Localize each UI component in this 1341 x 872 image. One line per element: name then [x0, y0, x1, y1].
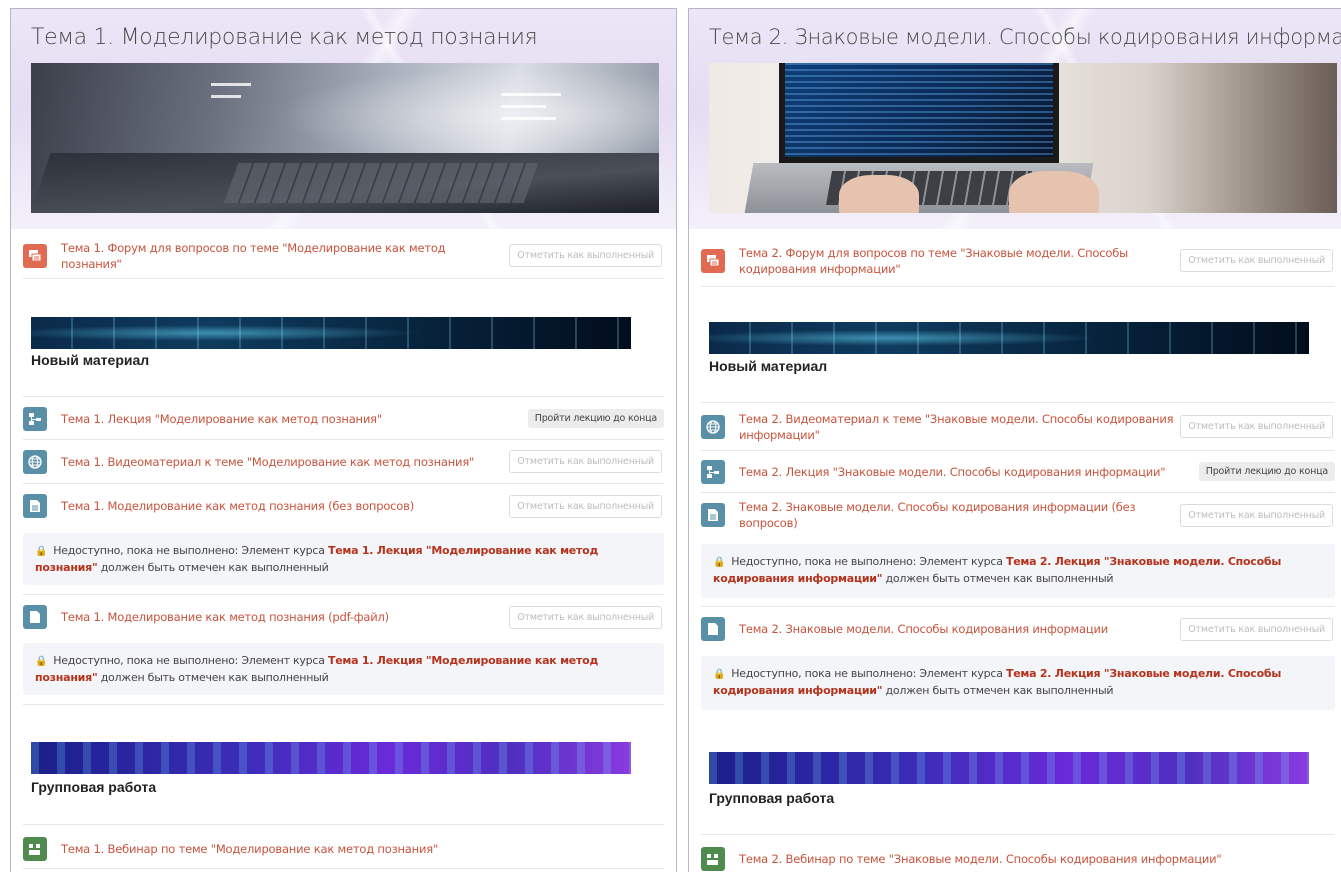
- section-banner: [31, 742, 631, 774]
- file-icon: [23, 605, 47, 629]
- activity-link[interactable]: Тема 2. Лекция "Знаковые модели. Способы…: [739, 464, 1199, 480]
- activity-link[interactable]: Тема 1. Лекция "Моделирование как метод …: [61, 411, 528, 427]
- webinar-icon: [23, 836, 47, 861]
- webinar-icon: [701, 846, 725, 871]
- activity-video[interactable]: Тема 2. Видеоматериал к теме "Знаковые м…: [701, 403, 1335, 451]
- activity-webinar[interactable]: Тема 1. Вебинар по теме "Моделирование к…: [23, 829, 664, 869]
- file-icon: [701, 503, 725, 527]
- activity-forum[interactable]: Тема 1. Форум для вопросов по теме "Моде…: [23, 233, 664, 279]
- activity-forum[interactable]: Тема 2. Форум для вопросов по теме "Знак…: [701, 235, 1335, 287]
- section-title: Новый материал: [31, 352, 150, 368]
- lesson-completion-badge: Пройти лекцию до конца: [527, 409, 664, 428]
- mark-done-button[interactable]: Отметить как выполненный: [1180, 617, 1333, 641]
- restriction-notice: 🔒 Недоступно, пока не выполнено: Элемент …: [23, 643, 664, 695]
- topic-title: Тема 1. Моделирование как метод познания: [31, 25, 538, 50]
- lesson-completion-badge: Пройти лекцию до конца: [1198, 462, 1335, 481]
- section-title: Групповая работа: [709, 790, 835, 806]
- activity-resource[interactable]: Тема 1. Моделирование как метод познания…: [23, 595, 664, 639]
- mark-done-button[interactable]: Отметить как выполненный: [509, 450, 662, 473]
- mark-done-button[interactable]: Отметить как выполненный: [1180, 503, 1333, 527]
- topic-section-1: Тема 1. Моделирование как метод познания…: [10, 8, 677, 872]
- activity-lesson[interactable]: Тема 1. Лекция "Моделирование как метод …: [23, 398, 664, 440]
- section-banner: [709, 322, 1309, 354]
- activity-link[interactable]: Тема 2. Форум для вопросов по теме "Знак…: [739, 245, 1180, 277]
- mark-done-button[interactable]: Отметить как выполненный: [509, 244, 662, 267]
- activity-link[interactable]: Тема 2. Видеоматериал к теме "Знаковые м…: [739, 411, 1180, 443]
- activity-lesson[interactable]: Тема 2. Лекция "Знаковые модели. Способы…: [701, 451, 1335, 493]
- restriction-notice: 🔒 Недоступно, пока не выполнено: Элемент …: [23, 533, 664, 585]
- activity-link[interactable]: Тема 2. Вебинар по теме "Знаковые модели…: [739, 851, 1335, 867]
- restriction-notice: 🔒 Недоступно, пока не выполнено: Элемент …: [701, 544, 1335, 598]
- lock-icon: 🔒: [713, 669, 726, 680]
- activity-link[interactable]: Тема 2. Знаковые модели. Способы кодиров…: [739, 621, 1180, 637]
- activity-video[interactable]: Тема 1. Видеоматериал к теме "Моделирова…: [23, 440, 664, 484]
- topic-title: Тема 2. Знаковые модели. Способы кодиров…: [709, 25, 1341, 49]
- activity-link[interactable]: Тема 1. Моделирование как метод познания…: [61, 498, 509, 514]
- activity-link[interactable]: Тема 1. Моделирование как метод познания…: [61, 609, 509, 625]
- activity-webinar[interactable]: Тема 2. Вебинар по теме "Знаковые модели…: [701, 839, 1335, 872]
- globe-icon: [701, 414, 725, 439]
- mark-done-button[interactable]: Отметить как выполненный: [1180, 415, 1333, 438]
- activity-link[interactable]: Тема 2. Знаковые модели. Способы кодиров…: [739, 499, 1180, 531]
- activity-page[interactable]: Тема 1. Моделирование как метод познания…: [23, 484, 664, 528]
- topic-image: [31, 63, 659, 213]
- lesson-icon: [701, 459, 725, 484]
- lock-icon: 🔒: [713, 557, 726, 568]
- mark-done-button[interactable]: Отметить как выполненный: [509, 605, 662, 629]
- topic-image: [709, 63, 1337, 213]
- activity-link[interactable]: Тема 1. Вебинар по теме "Моделирование к…: [61, 841, 664, 857]
- restriction-notice: 🔒 Недоступно, пока не выполнено: Элемент …: [701, 656, 1335, 710]
- lesson-icon: [23, 406, 47, 431]
- mark-done-button[interactable]: Отметить как выполненный: [509, 494, 662, 518]
- file-icon: [23, 494, 47, 518]
- lock-icon: 🔒: [35, 656, 48, 667]
- activity-resource[interactable]: Тема 2. Знаковые модели. Способы кодиров…: [701, 607, 1335, 651]
- forum-icon: [701, 248, 725, 273]
- activity-page[interactable]: Тема 2. Знаковые модели. Способы кодиров…: [701, 493, 1335, 537]
- lock-icon: 🔒: [35, 546, 48, 557]
- activity-link[interactable]: Тема 1. Видеоматериал к теме "Моделирова…: [61, 454, 509, 470]
- section-banner: [31, 317, 631, 349]
- mark-done-button[interactable]: Отметить как выполненный: [1180, 249, 1333, 272]
- forum-icon: [23, 243, 47, 268]
- topic-section-2: Тема 2. Знаковые модели. Способы кодиров…: [688, 8, 1341, 872]
- activity-link[interactable]: Тема 1. Форум для вопросов по теме "Моде…: [61, 240, 509, 272]
- globe-icon: [23, 449, 47, 474]
- section-title: Новый материал: [709, 358, 828, 374]
- file-icon: [701, 617, 725, 641]
- section-title: Групповая работа: [31, 779, 157, 795]
- section-banner: [709, 752, 1309, 784]
